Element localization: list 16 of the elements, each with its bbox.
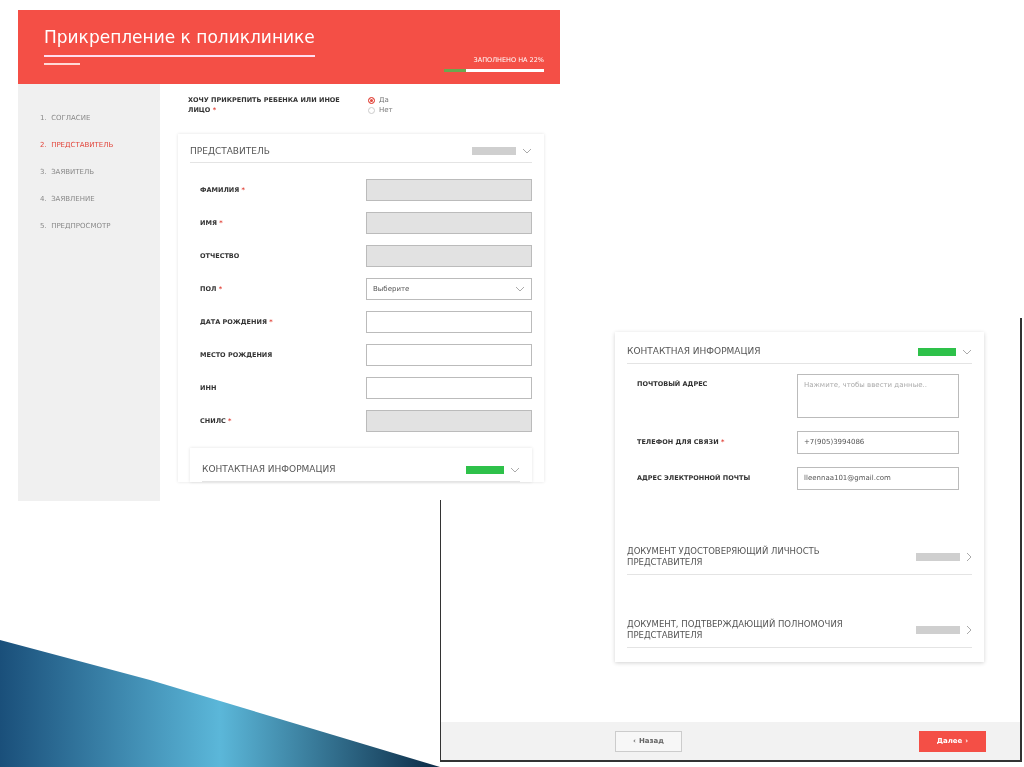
input-field[interactable] [366,311,532,334]
section-title: ДОКУМЕНТ УДОСТОВЕРЯЮЩИЙ ЛИЧНОСТЬ ПРЕДСТАВИТЕЛЯ [627,545,821,568]
chevron-down-icon[interactable] [962,348,972,355]
section-title: КОНТАКТНАЯ ИНФОРМАЦИЯ [627,346,761,358]
chevron-down-icon[interactable] [522,148,532,155]
chevron-right-icon[interactable] [966,551,972,562]
radio-button[interactable] [368,106,375,114]
chevron-right-icon[interactable] [966,624,972,635]
section-title: КОНТАКТНАЯ ИНФОРМАЦИЯ [202,464,336,476]
form-title: Прикрепление к поликлинике [44,27,315,57]
section-title: ДОКУМЕНТ, ПОДТВЕРЖДАЮЩИЙ ПОЛНОМОЧИЯ ПРЕДСТАВИТЕЛЯ [627,618,844,641]
input-field[interactable] [366,377,532,400]
input-field[interactable] [366,344,532,367]
chevron-down-icon[interactable] [510,467,520,474]
section-title: ПРЕДСТАВИТЕЛЬ [190,145,270,158]
chevron-down-icon[interactable] [515,286,525,293]
